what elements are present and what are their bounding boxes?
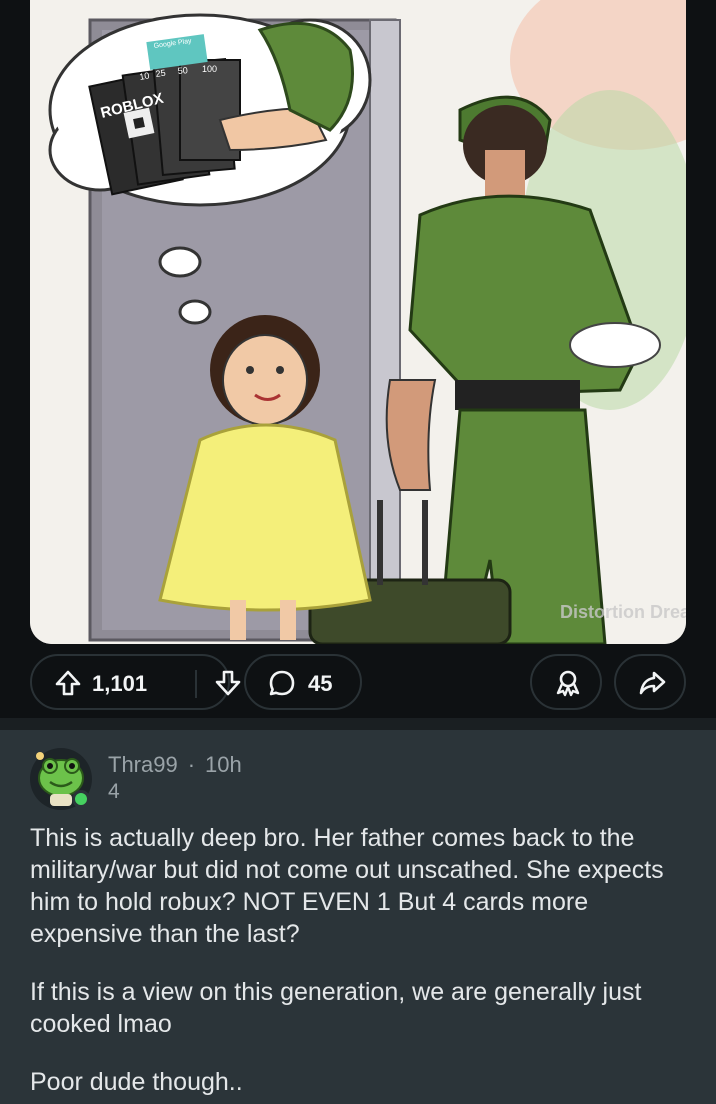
arrow-down-icon[interactable] bbox=[214, 669, 242, 697]
card-value-2: 25 bbox=[155, 68, 166, 79]
watermark-text: Distortion Dream bbox=[560, 602, 686, 622]
comment-paragraph-3: Poor dude though.. bbox=[30, 1068, 243, 1096]
speech-bubble-icon bbox=[269, 670, 295, 696]
arrow-up-icon[interactable] bbox=[54, 669, 82, 697]
card-value-3: 50 bbox=[177, 65, 188, 76]
share-arrow-icon bbox=[639, 671, 666, 695]
comment-body: This is actually deep bro. Her father co… bbox=[30, 822, 700, 1104]
comment-username[interactable]: Thra99 bbox=[108, 752, 178, 778]
vote-control: 1,101 bbox=[30, 654, 241, 710]
comment-paragraph-2: If this is a view on this generation, we… bbox=[30, 978, 642, 1038]
vote-separator bbox=[195, 670, 197, 698]
comment-count: 45 bbox=[308, 671, 333, 696]
online-status-dot bbox=[72, 790, 90, 808]
comment-score: 4 bbox=[108, 780, 120, 803]
comment-paragraph-1: This is actually deep bro. Her father co… bbox=[30, 824, 664, 948]
card-value-4: 100 bbox=[202, 64, 217, 74]
comment-meta: Thra99 · 10h bbox=[108, 752, 242, 778]
post-action-bar: 1,101 45 bbox=[0, 652, 716, 712]
post-image[interactable]: ROBLOX 10 25 50 100 Google Play Distorti… bbox=[30, 0, 686, 644]
comment-age: 10h bbox=[205, 752, 242, 777]
comment-item: Thra99 · 10h 4 This is actually deep bro… bbox=[0, 730, 716, 1104]
award-button[interactable] bbox=[530, 654, 602, 710]
card-value-1: 10 bbox=[139, 70, 151, 82]
award-icon bbox=[556, 670, 580, 697]
post-illustration: ROBLOX 10 25 50 100 Google Play Distorti… bbox=[30, 0, 686, 644]
section-divider bbox=[0, 718, 716, 730]
comments-button[interactable]: 45 bbox=[244, 654, 362, 710]
meta-separator: · bbox=[187, 752, 196, 777]
post-card: ROBLOX 10 25 50 100 Google Play Distorti… bbox=[0, 0, 716, 720]
share-button[interactable] bbox=[614, 654, 686, 710]
upvote-count: 1,101 bbox=[92, 671, 148, 696]
